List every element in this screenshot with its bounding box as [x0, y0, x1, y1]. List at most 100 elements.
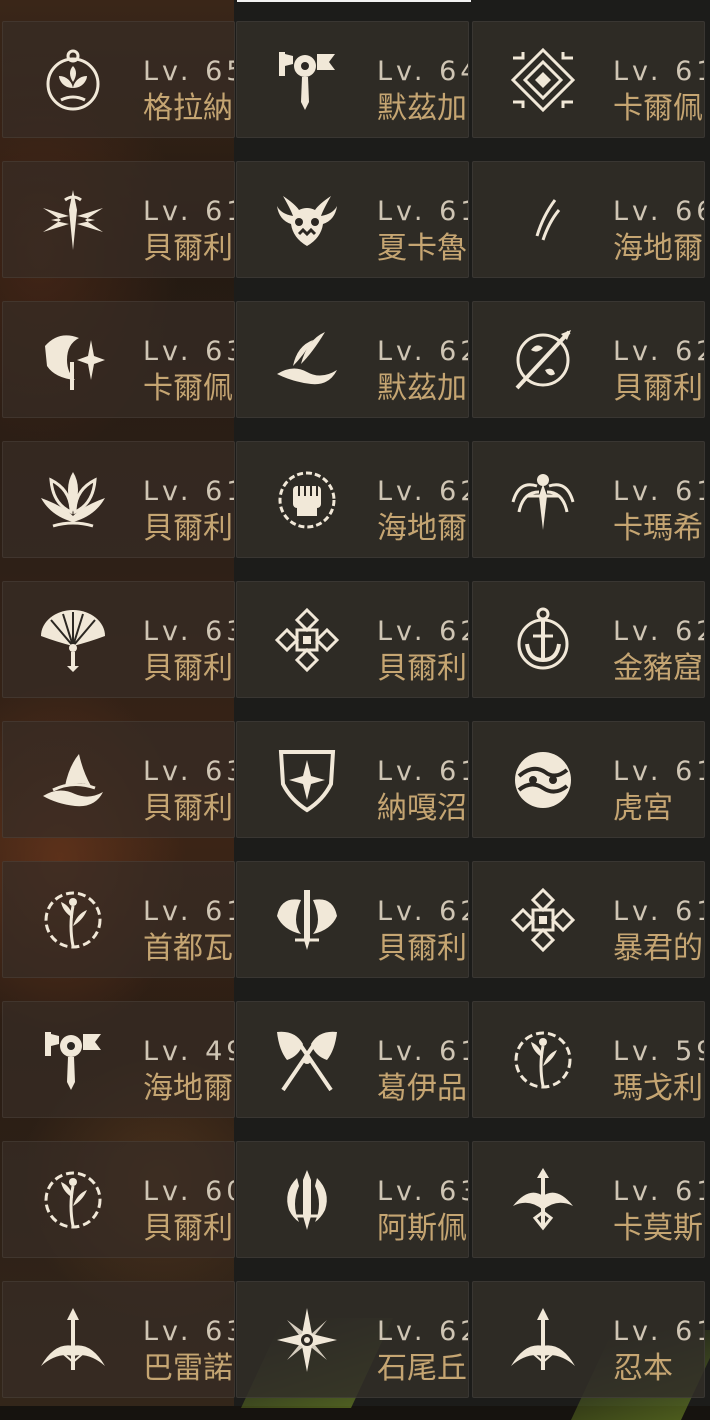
flower-wreath-icon	[39, 886, 107, 954]
character-level: Lv. 63	[143, 616, 234, 647]
character-name: 卡瑪希	[613, 512, 703, 546]
character-name: 卡爾佩	[613, 92, 703, 126]
character-name: 海地爾	[613, 232, 703, 266]
character-level: Lv. 63	[143, 756, 234, 787]
lotus-icon	[39, 466, 107, 534]
character-card[interactable]: Lv. 63 卡爾佩	[2, 301, 235, 418]
bow-icon	[509, 1306, 577, 1374]
character-card[interactable]: Lv. 61 卡瑪希	[472, 441, 705, 558]
knot-rune-icon	[509, 886, 577, 954]
character-card[interactable]: Lv. 61 暴君的	[472, 861, 705, 978]
character-card[interactable]: Lv. 64 默茲加	[236, 21, 469, 138]
character-level: Lv. 61	[377, 756, 468, 787]
character-card[interactable]: Lv. 61 忍本	[472, 1281, 705, 1398]
star-axe-icon	[39, 326, 107, 394]
character-name: 納嘎沼	[377, 792, 467, 826]
character-level: Lv. 62	[377, 476, 468, 507]
character-card[interactable]: Lv. 61 貝爾利	[2, 441, 235, 558]
character-name: 石尾丘	[377, 1352, 467, 1386]
character-card[interactable]: Lv. 61 虎宮	[472, 721, 705, 838]
anchor-orb-icon	[509, 606, 577, 674]
orb-staff-icon	[509, 326, 577, 394]
character-level: Lv. 63	[143, 336, 234, 367]
character-card[interactable]: Lv. 62 默茲加	[236, 301, 469, 418]
winged-blade-icon	[39, 186, 107, 254]
character-level: Lv. 66	[613, 196, 704, 227]
swirl-orb-icon	[509, 746, 577, 814]
character-level: Lv. 61	[613, 756, 704, 787]
character-card[interactable]: Lv. 61 納嘎沼	[236, 721, 469, 838]
character-level: Lv. 63	[377, 1176, 468, 1207]
feather-wave-icon	[273, 326, 341, 394]
character-level: Lv. 61	[613, 1176, 704, 1207]
character-card[interactable]: Lv. 61 首都瓦	[2, 861, 235, 978]
character-name: 貝爾利	[377, 652, 467, 686]
spider-dagger-icon	[509, 466, 577, 534]
character-card[interactable]: Lv. 63 貝爾利	[2, 581, 235, 698]
character-name: 暴君的	[613, 932, 703, 966]
character-card[interactable]: Lv. 61 卡莫斯	[472, 1141, 705, 1258]
character-card[interactable]: Lv. 63 貝爾利	[2, 721, 235, 838]
character-level: Lv. 61	[613, 56, 704, 87]
character-level: Lv. 62	[613, 336, 704, 367]
character-card[interactable]: Lv. 61 貝爾利	[2, 161, 235, 278]
character-card[interactable]: Lv. 63 阿斯佩	[236, 1141, 469, 1258]
winged-sword-icon	[273, 886, 341, 954]
character-name: 貝爾利	[143, 792, 233, 826]
character-level: Lv. 61	[143, 476, 234, 507]
character-card[interactable]: Lv. 49 海地爾	[2, 1001, 235, 1118]
character-name: 貝爾利	[143, 512, 233, 546]
character-name: 瑪戈利	[613, 1072, 703, 1106]
character-card[interactable]: Lv. 60 貝爾利	[2, 1141, 235, 1258]
character-card[interactable]: Lv. 62 貝爾利	[472, 301, 705, 418]
star-compass-icon	[273, 1306, 341, 1374]
character-card[interactable]: Lv. 61 夏卡魯	[236, 161, 469, 278]
character-card[interactable]: Lv. 62 貝爾利	[236, 861, 469, 978]
character-card[interactable]: Lv. 62 海地爾	[236, 441, 469, 558]
hat-wave-icon	[39, 746, 107, 814]
character-card[interactable]: Lv. 62 金豬窟	[472, 581, 705, 698]
character-level: Lv. 60	[143, 1176, 234, 1207]
character-name: 貝爾利	[143, 232, 233, 266]
character-level: Lv. 62	[613, 616, 704, 647]
character-name: 貝爾利	[143, 652, 233, 686]
character-name: 貝爾利	[143, 1212, 233, 1246]
character-card[interactable]: Lv. 61 葛伊品	[236, 1001, 469, 1118]
character-level: Lv. 63	[143, 1316, 234, 1347]
character-card[interactable]: Lv. 63 巴雷諾	[2, 1281, 235, 1398]
diamond-rune-icon	[509, 46, 577, 114]
character-level: Lv. 61	[377, 196, 468, 227]
character-name: 夏卡魯	[377, 232, 467, 266]
character-card[interactable]: Lv. 66 海地爾	[472, 161, 705, 278]
character-name: 葛伊品	[377, 1072, 467, 1106]
character-level: Lv. 61	[613, 476, 704, 507]
character-level: Lv. 61	[613, 896, 704, 927]
character-card[interactable]: Lv. 62 貝爾利	[236, 581, 469, 698]
hammer-icon	[39, 1026, 107, 1094]
flame-sword-icon	[273, 1166, 341, 1234]
character-name: 默茲加	[377, 372, 467, 406]
character-card[interactable]: Lv. 61 卡爾佩	[472, 21, 705, 138]
shield-star-icon	[273, 746, 341, 814]
character-level: Lv. 64	[377, 56, 468, 87]
character-card[interactable]: Lv. 62 石尾丘	[236, 1281, 469, 1398]
character-level: Lv. 65	[143, 56, 234, 87]
character-card[interactable]: Lv. 59 瑪戈利	[472, 1001, 705, 1118]
flower-wreath-icon	[39, 1166, 107, 1234]
character-level: Lv. 61	[377, 1036, 468, 1067]
character-name: 阿斯佩	[377, 1212, 467, 1246]
character-name: 貝爾利	[377, 932, 467, 966]
character-level: Lv. 49	[143, 1036, 234, 1067]
character-name: 首都瓦	[143, 932, 233, 966]
character-name: 默茲加	[377, 92, 467, 126]
bow-icon	[39, 1306, 107, 1374]
fist-emblem-icon	[273, 466, 341, 534]
character-level: Lv. 62	[377, 1316, 468, 1347]
character-name: 格拉納	[143, 92, 233, 126]
character-name: 金豬窟	[613, 652, 703, 686]
character-level: Lv. 62	[377, 616, 468, 647]
character-card[interactable]: Lv. 65 格拉納	[2, 21, 235, 138]
character-level: Lv. 61	[143, 196, 234, 227]
character-name: 卡爾佩	[143, 372, 233, 406]
knot-rune-icon	[273, 606, 341, 674]
